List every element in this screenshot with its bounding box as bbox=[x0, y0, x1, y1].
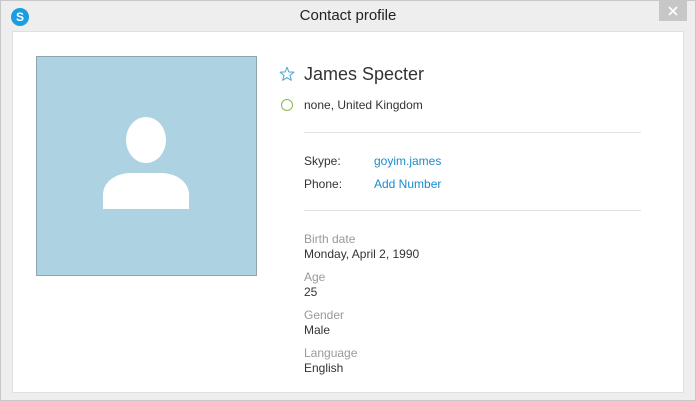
birth-date-value: Monday, April 2, 1990 bbox=[304, 247, 420, 261]
contact-location: none, United Kingdom bbox=[304, 98, 423, 112]
title-bar: S Contact profile bbox=[1, 1, 695, 31]
add-number-link[interactable]: Add Number bbox=[374, 177, 441, 191]
birth-date-label: Birth date bbox=[304, 232, 356, 246]
phone-label: Phone: bbox=[304, 177, 343, 191]
language-value: English bbox=[304, 361, 344, 375]
close-icon bbox=[668, 6, 678, 16]
language-label: Language bbox=[304, 346, 358, 360]
gender-value: Male bbox=[304, 323, 331, 337]
window-title: Contact profile bbox=[299, 7, 397, 24]
star-icon[interactable] bbox=[279, 66, 295, 82]
profile-panel: James Specter none, United Kingdom Skype… bbox=[12, 31, 684, 393]
gender-label: Gender bbox=[304, 308, 345, 322]
avatar bbox=[36, 56, 257, 276]
age-value: 25 bbox=[304, 285, 318, 299]
contact-profile-window: S Contact profile James Specter none, Un… bbox=[0, 0, 696, 401]
divider bbox=[304, 210, 641, 211]
close-button[interactable] bbox=[659, 1, 687, 21]
contact-name: James Specter bbox=[304, 64, 425, 84]
divider bbox=[304, 132, 641, 133]
skype-name-link[interactable]: goyim.james bbox=[374, 154, 441, 168]
default-avatar-icon bbox=[103, 117, 189, 209]
skype-label: Skype: bbox=[304, 154, 341, 168]
status-circle-icon bbox=[281, 99, 293, 111]
age-label: Age bbox=[304, 270, 326, 284]
